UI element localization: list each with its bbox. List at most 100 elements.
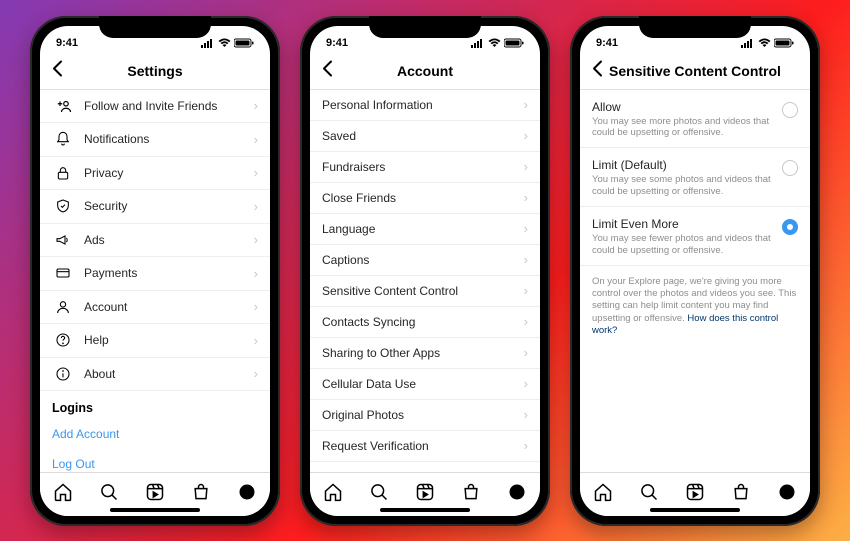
row-label: Security <box>84 199 254 213</box>
notch <box>639 16 751 38</box>
row-close-friends[interactable]: Close Friends› <box>310 183 540 214</box>
info-icon <box>52 366 74 382</box>
row-label: Saved <box>322 129 524 143</box>
cellular-signal-icon <box>201 38 215 48</box>
row-language[interactable]: Language› <box>310 214 540 245</box>
battery-icon <box>504 38 524 48</box>
row-original-photos[interactable]: Original Photos› <box>310 400 540 431</box>
row-label: Request Verification <box>322 439 524 453</box>
account-list: Personal Information› Saved› Fundraisers… <box>310 90 540 472</box>
chevron-right-icon: › <box>524 438 528 453</box>
row-privacy[interactable]: Privacy › <box>40 157 270 191</box>
header: Sensitive Content Control <box>580 54 810 90</box>
back-button[interactable] <box>588 56 608 87</box>
nav-profile-icon[interactable] <box>231 476 263 513</box>
status-time: 9:41 <box>596 37 618 49</box>
home-indicator <box>380 508 470 512</box>
radio-icon[interactable] <box>782 160 798 176</box>
row-account[interactable]: Account › <box>40 291 270 325</box>
radio-icon[interactable] <box>782 219 798 235</box>
row-personal-information[interactable]: Personal Information› <box>310 90 540 121</box>
logins-header: Logins <box>40 391 270 419</box>
row-help[interactable]: Help › <box>40 324 270 358</box>
info-text: On your Explore page, we're giving you m… <box>580 266 810 348</box>
option-limit-default[interactable]: Limit (Default) You may see some photos … <box>580 148 810 207</box>
row-security[interactable]: Security › <box>40 190 270 224</box>
row-request-verification[interactable]: Request Verification› <box>310 431 540 462</box>
home-indicator <box>650 508 740 512</box>
chevron-right-icon: › <box>254 366 258 381</box>
row-label: Original Photos <box>322 408 524 422</box>
notch <box>369 16 481 38</box>
row-contacts-syncing[interactable]: Contacts Syncing› <box>310 307 540 338</box>
row-label: Sensitive Content Control <box>322 284 524 298</box>
bell-icon <box>52 131 74 147</box>
row-ads[interactable]: Ads › <box>40 224 270 258</box>
screen-settings: 9:41 Settings Follow and Invite Friends … <box>40 26 270 516</box>
cellular-signal-icon <box>741 38 755 48</box>
nav-home-icon[interactable] <box>317 476 349 513</box>
chevron-right-icon: › <box>254 98 258 113</box>
option-title: Limit Even More <box>592 217 774 231</box>
lock-icon <box>52 165 74 181</box>
chevron-right-icon: › <box>254 266 258 281</box>
radio-icon[interactable] <box>782 102 798 118</box>
shield-icon <box>52 198 74 214</box>
battery-icon <box>774 38 794 48</box>
row-label: Ads <box>84 233 254 247</box>
row-label: Close Friends <box>322 191 524 205</box>
row-sharing-other-apps[interactable]: Sharing to Other Apps› <box>310 338 540 369</box>
battery-icon <box>234 38 254 48</box>
row-label: Payments <box>84 266 254 280</box>
row-label: Contacts Syncing <box>322 315 524 329</box>
log-out-link[interactable]: Log Out <box>40 449 270 472</box>
options-list: Allow You may see more photos and videos… <box>580 90 810 472</box>
chevron-right-icon: › <box>524 97 528 112</box>
row-label: Follow and Invite Friends <box>84 99 254 113</box>
row-about[interactable]: About › <box>40 358 270 392</box>
megaphone-icon <box>52 232 74 248</box>
row-label: Account <box>84 300 254 314</box>
person-plus-icon <box>52 97 74 115</box>
nav-profile-icon[interactable] <box>501 476 533 513</box>
add-account-link[interactable]: Add Account <box>40 419 270 449</box>
nav-home-icon[interactable] <box>47 476 79 513</box>
row-notifications[interactable]: Notifications › <box>40 123 270 157</box>
option-title: Limit (Default) <box>592 158 774 172</box>
chevron-right-icon: › <box>524 190 528 205</box>
option-limit-even-more[interactable]: Limit Even More You may see fewer photos… <box>580 207 810 266</box>
row-saved[interactable]: Saved› <box>310 121 540 152</box>
phone-frame: 9:41 Sensitive Content Control Allow You… <box>570 16 820 526</box>
chevron-right-icon: › <box>254 165 258 180</box>
help-icon <box>52 332 74 348</box>
screen-sensitive-content: 9:41 Sensitive Content Control Allow You… <box>580 26 810 516</box>
row-label: Cellular Data Use <box>322 377 524 391</box>
back-button[interactable] <box>318 56 338 87</box>
card-icon <box>52 265 74 281</box>
row-cellular-data-use[interactable]: Cellular Data Use› <box>310 369 540 400</box>
nav-home-icon[interactable] <box>587 476 619 513</box>
row-label: Help <box>84 333 254 347</box>
chevron-right-icon: › <box>524 159 528 174</box>
chevron-right-icon: › <box>524 314 528 329</box>
back-button[interactable] <box>48 56 68 87</box>
chevron-right-icon: › <box>524 128 528 143</box>
nav-profile-icon[interactable] <box>771 476 803 513</box>
wifi-icon <box>758 38 771 48</box>
chevron-right-icon: › <box>254 199 258 214</box>
row-sensitive-content-control[interactable]: Sensitive Content Control› <box>310 276 540 307</box>
row-payments[interactable]: Payments › <box>40 257 270 291</box>
row-fundraisers[interactable]: Fundraisers› <box>310 152 540 183</box>
chevron-right-icon: › <box>254 132 258 147</box>
person-icon <box>52 299 74 315</box>
screen-account: 9:41 Account Personal Information› Saved… <box>310 26 540 516</box>
page-title: Settings <box>127 63 182 79</box>
chevron-right-icon: › <box>254 232 258 247</box>
chevron-right-icon: › <box>524 376 528 391</box>
option-allow[interactable]: Allow You may see more photos and videos… <box>580 90 810 149</box>
row-follow-invite[interactable]: Follow and Invite Friends › <box>40 90 270 124</box>
phone-frame: 9:41 Settings Follow and Invite Friends … <box>30 16 280 526</box>
row-posts-youve-liked[interactable]: Posts You've Liked› <box>310 462 540 472</box>
row-captions[interactable]: Captions› <box>310 245 540 276</box>
header: Account <box>310 54 540 90</box>
